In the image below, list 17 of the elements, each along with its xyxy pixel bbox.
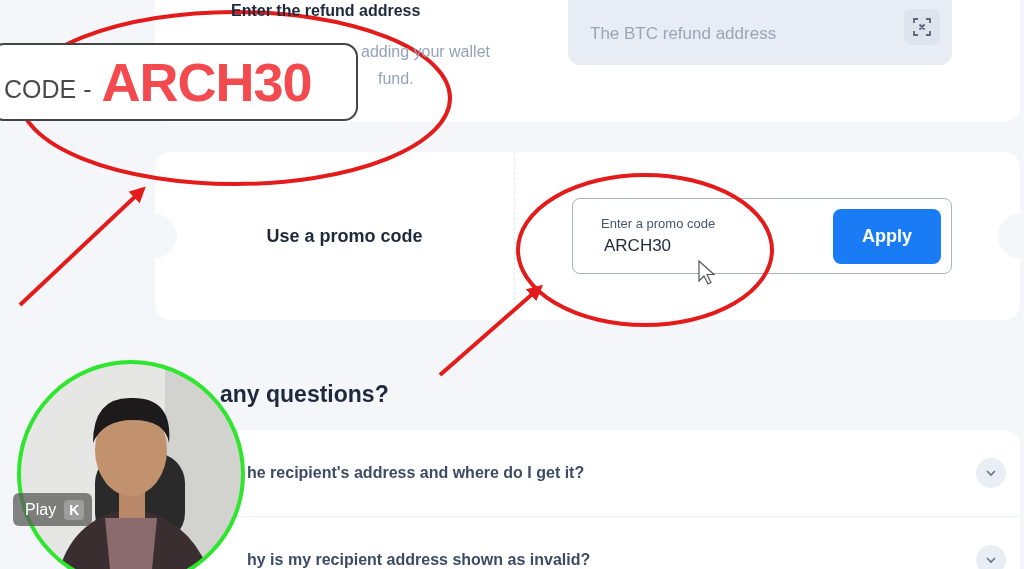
caption-prefix: CODE - [4, 74, 92, 104]
shortcut-key: K [64, 499, 85, 520]
faq-question[interactable]: he recipient's address and where do I get it? [247, 464, 585, 482]
refund-address-input[interactable]: The BTC refund address [588, 23, 904, 45]
chevron-icon[interactable] [976, 458, 1006, 488]
caption-code: ARCH30 [101, 51, 312, 113]
promo-code-input[interactable]: ARCH30 [601, 232, 804, 256]
faq-question[interactable]: hy is my recipient address shown as invalid? [247, 551, 591, 569]
faq-heading: any questions? [220, 380, 390, 408]
cursor-icon [698, 260, 716, 286]
refund-hint: fund. [378, 69, 414, 89]
tooltip-label: Play [25, 500, 57, 519]
apply-button[interactable]: Apply [833, 208, 941, 264]
chevron-icon[interactable] [976, 545, 1006, 569]
field-label: Enter a promo code [601, 216, 717, 232]
scan-icon[interactable] [904, 9, 940, 45]
promo-title: Use a promo code [266, 225, 423, 247]
